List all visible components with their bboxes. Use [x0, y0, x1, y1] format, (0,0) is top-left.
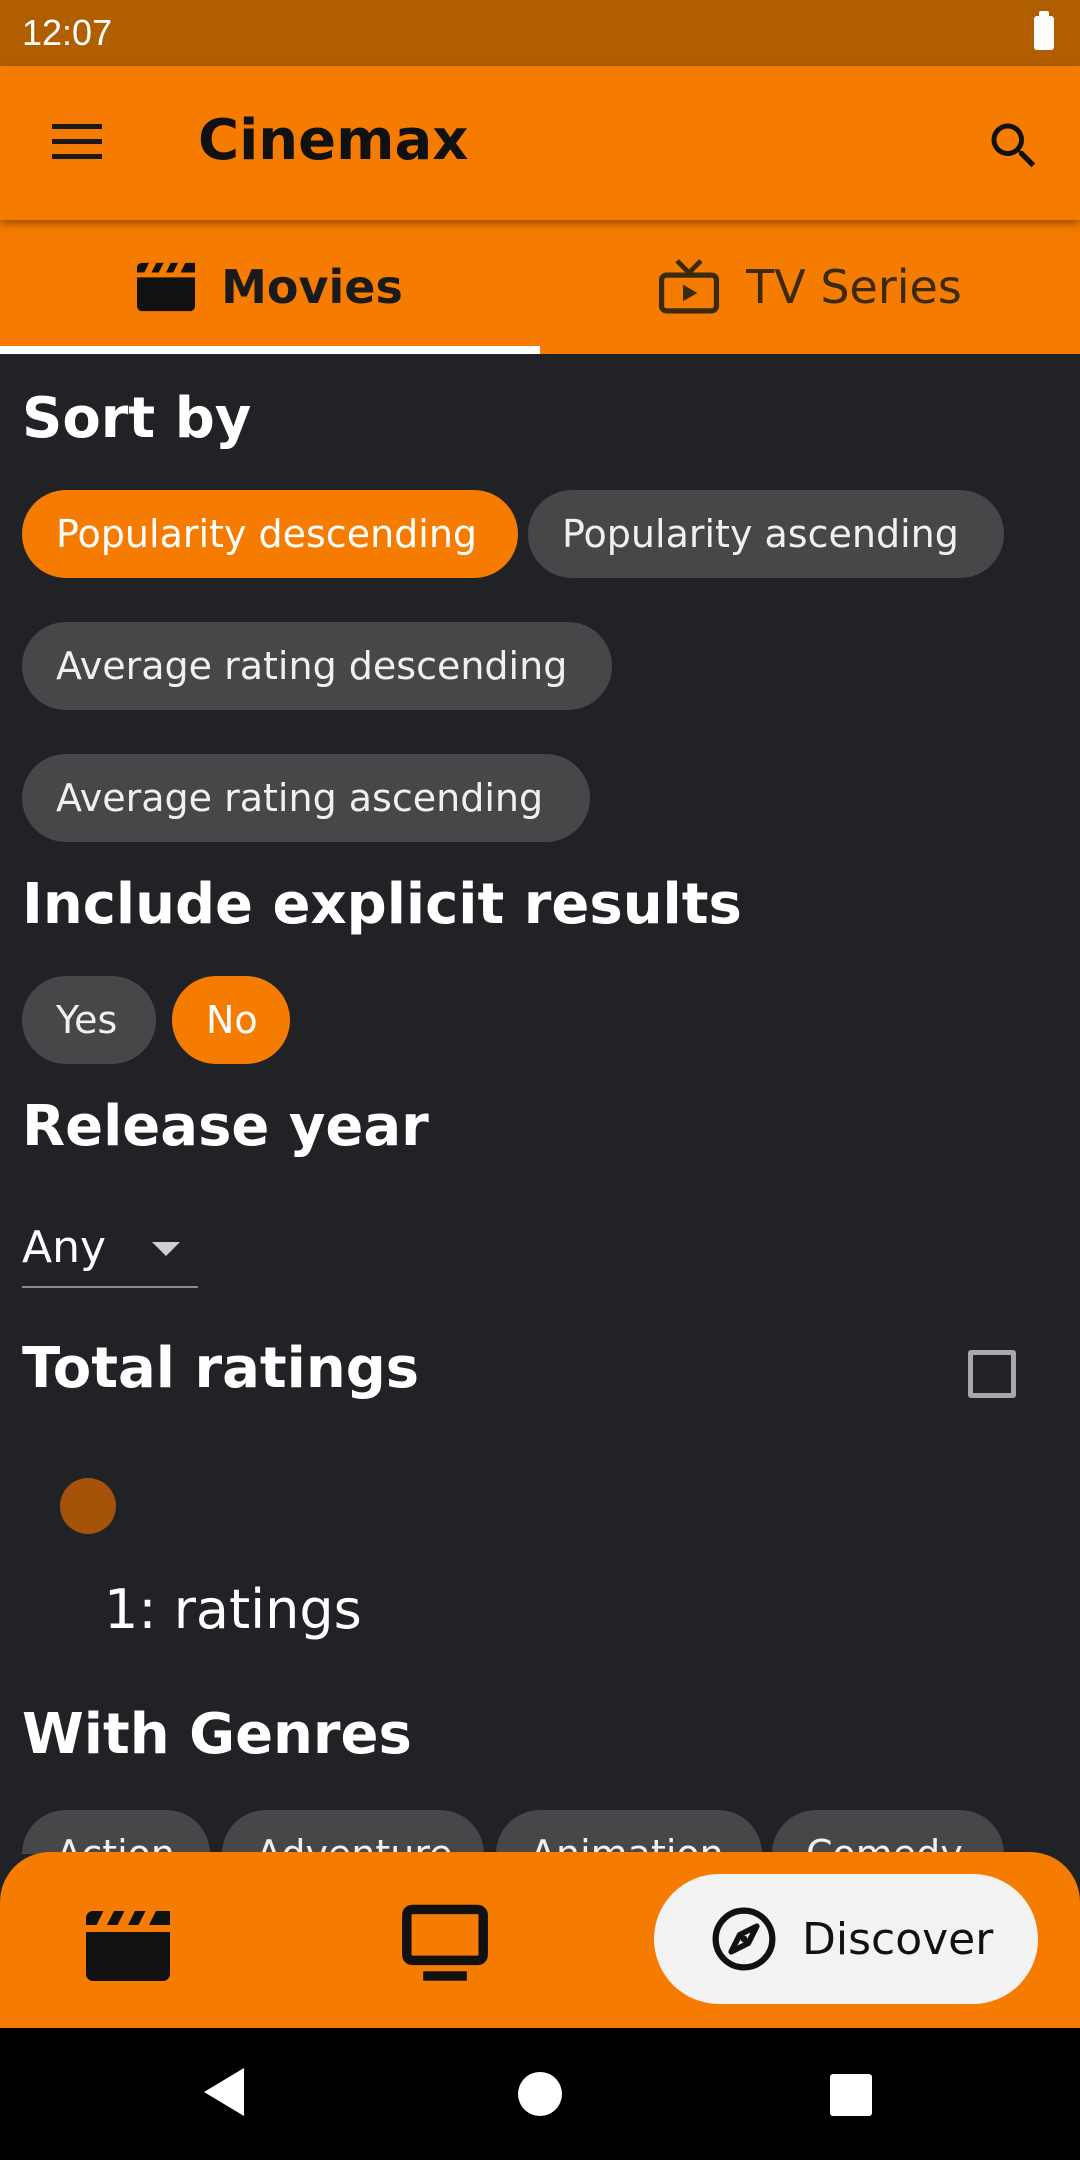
compass-icon [712, 1907, 776, 1971]
search-icon[interactable] [984, 116, 1044, 176]
total-ratings-title: Total ratings [22, 1336, 420, 1401]
genre-chip-action[interactable]: Action [22, 1810, 210, 1854]
sort-chip-rating-desc[interactable]: Average rating descending [22, 622, 612, 710]
nav-tv-icon[interactable] [400, 1904, 490, 1984]
hamburger-menu-icon[interactable] [52, 124, 102, 160]
home-icon[interactable] [518, 2072, 562, 2116]
genre-chip-animation[interactable]: Animation [496, 1810, 762, 1854]
recent-apps-icon[interactable] [830, 2074, 872, 2116]
release-year-title: Release year [22, 1094, 429, 1159]
battery-icon [1034, 11, 1054, 50]
nav-discover-label: Discover [802, 1913, 994, 1965]
sort-chip-popularity-asc[interactable]: Popularity ascending [528, 490, 1004, 578]
status-bar: 12:07 [0, 0, 1080, 66]
sort-chip-rating-asc[interactable]: Average rating ascending [22, 754, 590, 842]
dropdown-arrow-icon [152, 1242, 180, 1256]
ratings-slider-thumb[interactable] [60, 1478, 116, 1534]
status-time: 12:07 [22, 12, 113, 53]
release-year-dropdown[interactable]: Any [22, 1208, 198, 1288]
system-navigation-bar [0, 2028, 1080, 2160]
app-title: Cinemax [198, 108, 469, 173]
sort-chip-popularity-desc[interactable]: Popularity descending [22, 490, 518, 578]
nav-discover-button[interactable]: Discover [654, 1874, 1038, 2004]
bottom-navigation: Discover [0, 1852, 1080, 2028]
explicit-chip-yes[interactable]: Yes [22, 976, 156, 1064]
clapperboard-icon [137, 262, 196, 312]
sort-by-title: Sort by [22, 386, 252, 451]
genres-title: With Genres [22, 1702, 412, 1767]
tab-tv-series[interactable]: TV Series [540, 220, 1080, 354]
back-icon[interactable] [204, 2068, 244, 2116]
genre-chip-adventure[interactable]: Adventure [222, 1810, 484, 1854]
nav-movies-clapperboard-icon[interactable] [86, 1910, 170, 1982]
release-year-value: Any [22, 1221, 107, 1273]
genre-chip-row: Action Adventure Animation Comedy [0, 1810, 1080, 1854]
explicit-title: Include explicit results [22, 872, 742, 937]
genre-chip-comedy[interactable]: Comedy [772, 1810, 1004, 1854]
total-ratings-checkbox[interactable] [968, 1350, 1016, 1398]
tab-movies[interactable]: Movies [0, 220, 540, 354]
tab-movies-label: Movies [221, 260, 403, 314]
tv-icon [659, 259, 720, 314]
tab-indicator [0, 346, 540, 354]
ratings-slider-label: 1: ratings [104, 1578, 362, 1641]
tab-tv-series-label: TV Series [746, 260, 962, 314]
app-bar: Cinemax [0, 66, 1080, 220]
explicit-chip-no[interactable]: No [172, 976, 290, 1064]
tab-bar: Movies TV Series [0, 220, 1080, 354]
